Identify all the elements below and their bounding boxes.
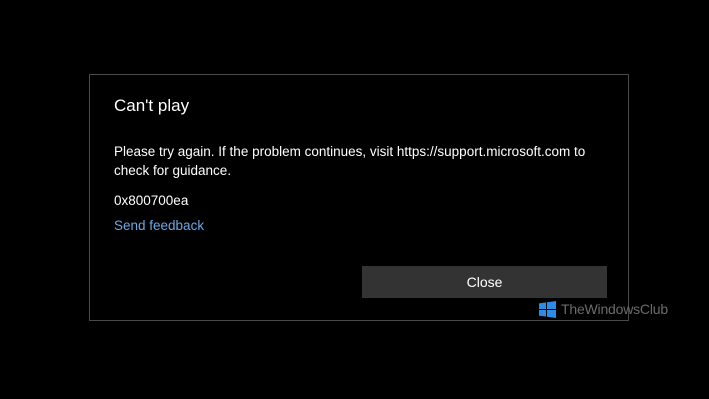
dialog-message: Please try again. If the problem continu… xyxy=(114,144,586,178)
watermark: TheWindowsClub xyxy=(539,299,668,319)
close-button[interactable]: Close xyxy=(362,266,607,298)
cant-play-dialog: Can't play Please try again. If the prob… xyxy=(89,74,629,321)
page: Can't play Please try again. If the prob… xyxy=(0,0,709,399)
dialog-title: Can't play xyxy=(114,96,190,115)
error-code: 0x800700ea xyxy=(114,193,189,208)
send-feedback-link[interactable]: Send feedback xyxy=(114,218,204,233)
windows-logo-icon xyxy=(539,300,556,318)
watermark-text: TheWindowsClub xyxy=(561,301,668,317)
